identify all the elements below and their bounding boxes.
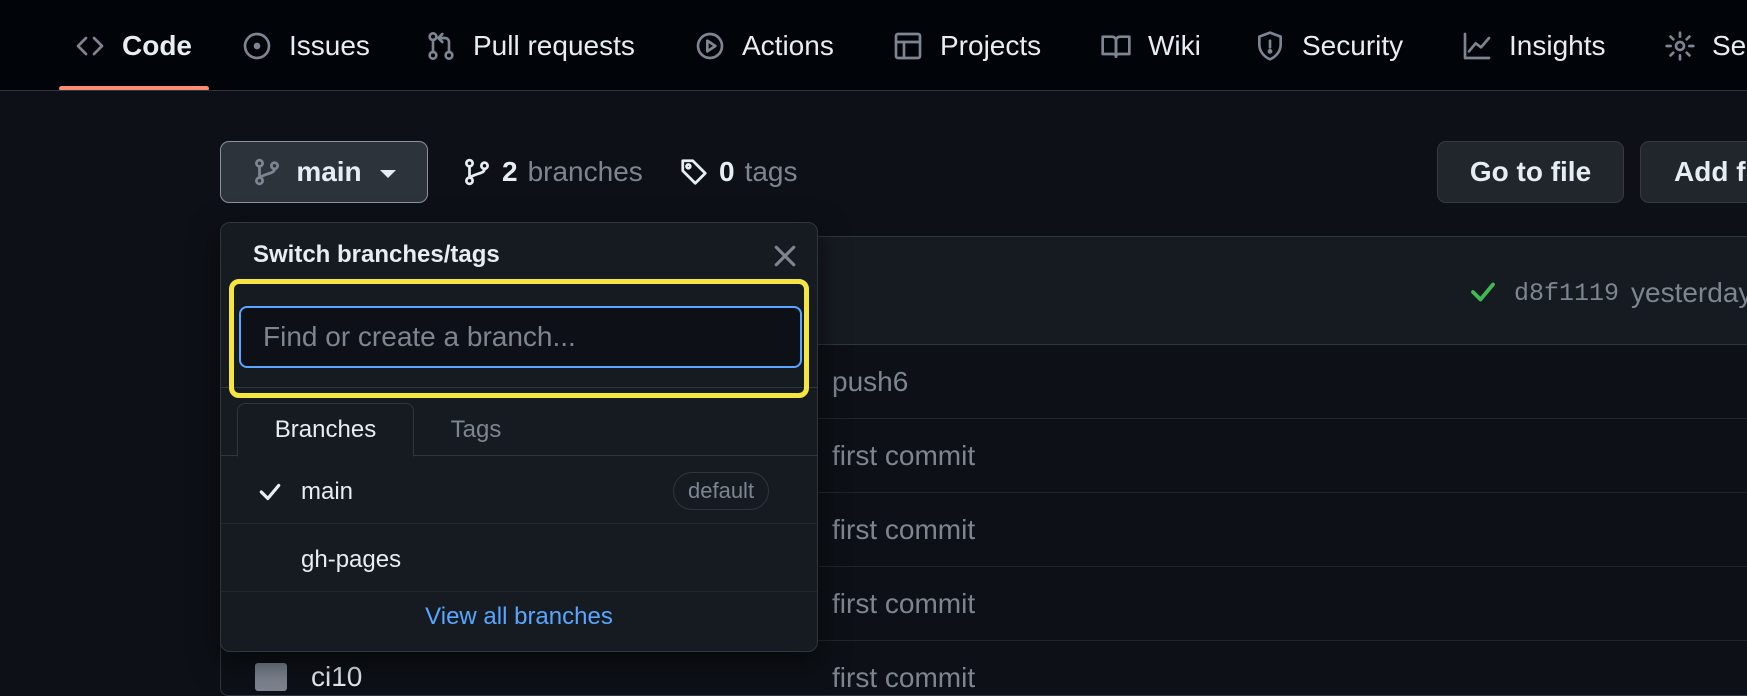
branches-link[interactable]: 2 branches: [462, 152, 643, 192]
tab-issues[interactable]: Issues: [241, 0, 370, 90]
popover-title: Switch branches/tags: [253, 241, 500, 268]
repo-nav: Code Issues Pull requests Actions Projec…: [0, 0, 1747, 91]
tab-code-label: Code: [122, 29, 192, 61]
issue-circle-icon: [243, 32, 271, 59]
tags-label: tags: [744, 156, 798, 187]
tab-projects-label: Projects: [940, 29, 1042, 61]
branch-search-input[interactable]: [239, 306, 802, 368]
branch-select-button[interactable]: main: [220, 141, 428, 203]
check-icon: [1471, 282, 1495, 302]
tab-pull-requests-label: Pull requests: [473, 29, 635, 61]
shield-icon: [1258, 30, 1282, 61]
branch-item-main[interactable]: main default: [221, 457, 817, 524]
branches-label: branches: [527, 156, 643, 187]
tab-settings[interactable]: Se: [1664, 0, 1747, 90]
pull-request-icon: [428, 31, 454, 60]
close-icon: [774, 245, 796, 267]
tab-security[interactable]: Security: [1254, 0, 1404, 90]
tab-actions[interactable]: Actions: [694, 0, 834, 90]
git-branch-icon: [255, 158, 280, 186]
graph-icon: [1463, 32, 1491, 59]
git-branch-icon: [465, 158, 489, 186]
tab-settings-label: Se: [1712, 29, 1747, 61]
tab-pull-requests[interactable]: Pull requests: [425, 0, 635, 90]
tags-link[interactable]: 0 tags: [679, 152, 798, 192]
tab-wiki-label: Wiki: [1148, 29, 1201, 61]
tag-icon: [681, 159, 707, 185]
branch-name: main: [301, 478, 354, 505]
branch-select-label: main: [296, 156, 362, 187]
tab-issues-label: Issues: [289, 29, 370, 61]
branches-count: 2: [502, 156, 518, 187]
add-file-button[interactable]: Add fi: [1640, 141, 1747, 203]
gear-icon: [1665, 30, 1695, 61]
commit-message[interactable]: first commit: [832, 588, 975, 620]
caret-down-icon: [379, 170, 396, 178]
commit-time: yesterday: [1631, 277, 1747, 308]
branch-name: gh-pages: [301, 546, 402, 573]
file-name[interactable]: ci10: [311, 661, 362, 693]
commit-sha[interactable]: d8f1119: [1514, 279, 1619, 308]
commit-message[interactable]: first commit: [832, 514, 975, 546]
view-all-branches-link[interactable]: View all branches: [221, 603, 817, 631]
commit-message[interactable]: first commit: [832, 662, 975, 694]
folder-icon: [255, 663, 287, 691]
branch-tag-tabs: Branches Tags: [221, 403, 817, 457]
go-to-file-button[interactable]: Go to file: [1437, 141, 1624, 203]
commit-message[interactable]: first commit: [832, 440, 975, 472]
tab-insights-label: Insights: [1509, 29, 1606, 61]
branch-switcher-popover: Switch branches/tags Branches Tags main …: [220, 222, 818, 652]
table-icon: [894, 32, 922, 59]
tab-security-label: Security: [1302, 29, 1404, 61]
check-icon: [259, 483, 281, 501]
commit-message[interactable]: push6: [832, 366, 908, 398]
tab-code[interactable]: Code: [74, 0, 192, 90]
play-circle-icon: [696, 32, 724, 59]
active-tab-underline: [59, 86, 209, 90]
tab-projects[interactable]: Projects: [892, 0, 1042, 90]
tab-actions-label: Actions: [742, 29, 834, 61]
code-icon: [76, 36, 104, 55]
tags-count: 0: [719, 156, 735, 187]
tab-insights[interactable]: Insights: [1461, 0, 1606, 90]
close-button[interactable]: [770, 241, 800, 271]
tab-tags[interactable]: Tags: [431, 403, 521, 457]
tab-wiki[interactable]: Wiki: [1100, 0, 1201, 90]
branch-item-gh-pages[interactable]: gh-pages: [221, 525, 817, 592]
default-badge: default: [673, 472, 770, 510]
book-icon: [1101, 34, 1131, 58]
tab-branches[interactable]: Branches: [237, 403, 414, 457]
